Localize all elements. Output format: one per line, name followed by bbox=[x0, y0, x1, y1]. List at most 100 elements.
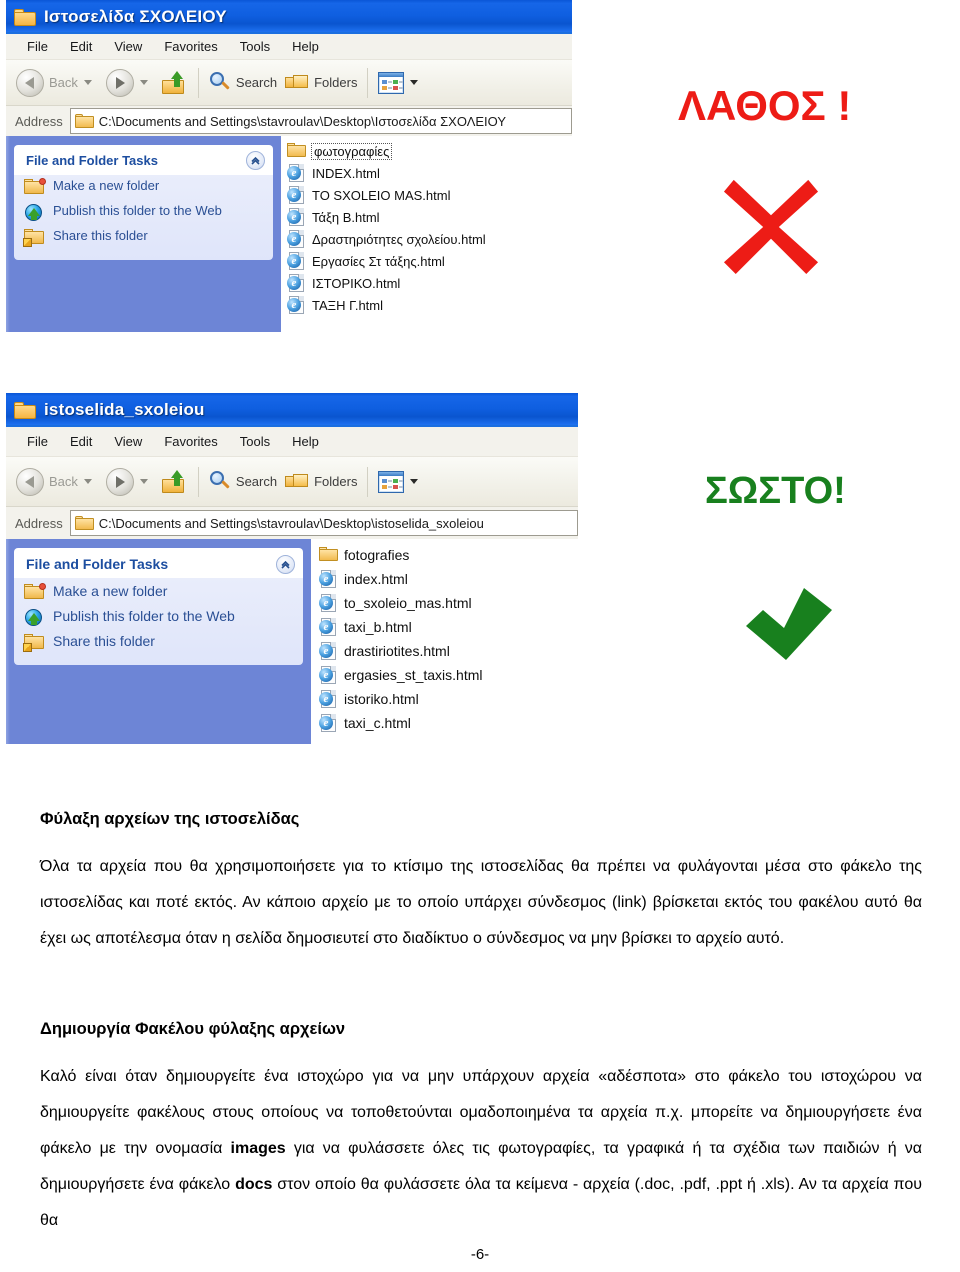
task-make-new-folder[interactable]: Make a new folder bbox=[14, 175, 273, 200]
list-item[interactable]: e Δραστηριότητες σχολείου.html bbox=[287, 228, 572, 250]
search-button[interactable]: Search bbox=[205, 464, 281, 500]
back-button[interactable]: Back bbox=[12, 464, 102, 500]
list-item[interactable]: e taxi_c.html bbox=[319, 711, 578, 735]
forward-arrow-icon bbox=[105, 68, 134, 97]
address-input[interactable]: C:\Documents and Settings\stavroulav\Des… bbox=[69, 108, 572, 134]
toolbar-divider bbox=[197, 466, 199, 497]
address-label: Address bbox=[15, 113, 63, 129]
task-label: Share this folder bbox=[53, 228, 148, 243]
up-button[interactable] bbox=[158, 464, 192, 500]
file-name: index.html bbox=[344, 571, 408, 587]
page-number: -6- bbox=[470, 1246, 490, 1263]
menu-item-edit[interactable]: Edit bbox=[59, 39, 103, 54]
html-file-icon: e bbox=[319, 618, 338, 636]
menu-item-view[interactable]: View bbox=[103, 434, 153, 449]
menu-item-help[interactable]: Help bbox=[281, 39, 330, 54]
menu-item-view[interactable]: View bbox=[103, 39, 153, 54]
menu-item-file[interactable]: File bbox=[16, 39, 59, 54]
file-name: fotografies bbox=[344, 547, 410, 563]
chevron-down-icon[interactable] bbox=[83, 479, 92, 484]
task-publish-to-web[interactable]: Publish this folder to the Web bbox=[14, 200, 273, 225]
forward-arrow-icon bbox=[105, 467, 134, 496]
folders-button[interactable]: Folders bbox=[281, 464, 361, 500]
menu-item-file[interactable]: File bbox=[16, 434, 59, 449]
task-publish-to-web[interactable]: Publish this folder to the Web bbox=[14, 605, 303, 630]
collapse-chevron-up-icon[interactable] bbox=[276, 554, 295, 574]
para2-bold-docs: docs bbox=[235, 1176, 273, 1193]
file-list: fotografies e index.html e to_sxoleio_ma… bbox=[311, 539, 578, 744]
title-bar: istoselida_sxoleiou bbox=[6, 393, 578, 427]
menu-item-tools[interactable]: Tools bbox=[229, 39, 281, 54]
back-arrow-icon bbox=[16, 68, 44, 97]
html-file-icon: e bbox=[287, 274, 306, 292]
list-item[interactable]: e ΤΑΞΗ Γ.html bbox=[287, 294, 572, 316]
folders-button[interactable]: Folders bbox=[281, 65, 361, 101]
up-button[interactable] bbox=[158, 65, 192, 101]
list-item[interactable]: φωτογραφίες bbox=[287, 140, 572, 162]
html-file-icon: e bbox=[319, 714, 338, 732]
menu-item-help[interactable]: Help bbox=[281, 434, 330, 449]
chevron-down-icon[interactable] bbox=[139, 80, 148, 85]
forward-button[interactable] bbox=[102, 464, 158, 500]
list-item[interactable]: fotografies bbox=[319, 543, 578, 567]
list-item[interactable]: e TO SXOLEIO MAS.html bbox=[287, 184, 572, 206]
explorer-window-wrong: Ιστοσελίδα ΣΧΟΛΕΙΟΥ File Edit View Favor… bbox=[6, 0, 572, 344]
address-bar: Address C:\Documents and Settings\stavro… bbox=[6, 106, 572, 136]
views-icon bbox=[378, 470, 405, 493]
file-name: INDEX.html bbox=[312, 165, 380, 181]
menu-item-tools[interactable]: Tools bbox=[229, 434, 281, 449]
chevron-down-icon[interactable] bbox=[410, 80, 419, 85]
list-item[interactable]: e Εργασίες Στ τάξης.html bbox=[287, 250, 572, 272]
views-button[interactable] bbox=[374, 464, 428, 500]
window-body: File and Folder Tasks Make a new folder … bbox=[6, 136, 572, 332]
menu-item-favorites[interactable]: Favorites bbox=[153, 39, 228, 54]
folders-icon bbox=[285, 472, 309, 492]
list-item[interactable]: e taxi_b.html bbox=[319, 615, 578, 639]
folders-label: Folders bbox=[314, 75, 358, 90]
html-file-icon: e bbox=[287, 252, 306, 270]
file-and-folder-tasks-panel: File and Folder Tasks Make a new folder … bbox=[14, 145, 273, 260]
file-name: ΙΣΤΟΡΙΚΟ.html bbox=[312, 275, 401, 291]
task-label: Publish this folder to the Web bbox=[53, 203, 222, 218]
menu-item-edit[interactable]: Edit bbox=[59, 434, 103, 449]
task-panel-header: File and Folder Tasks bbox=[14, 548, 303, 580]
forward-button[interactable] bbox=[102, 65, 158, 101]
chevron-down-icon[interactable] bbox=[83, 80, 92, 85]
file-name: taxi_c.html bbox=[344, 715, 411, 731]
list-item[interactable]: e ergasies_st_taxis.html bbox=[319, 663, 578, 687]
toolbar-divider bbox=[367, 67, 369, 98]
task-label: Make a new folder bbox=[53, 583, 168, 599]
file-name: istoriko.html bbox=[344, 691, 419, 707]
views-button[interactable] bbox=[374, 65, 428, 101]
heading-storage: Φύλαξη αρχείων της ιστοσελίδας bbox=[40, 810, 300, 828]
list-item[interactable]: e ΙΣΤΟΡΙΚΟ.html bbox=[287, 272, 572, 294]
list-item[interactable]: e INDEX.html bbox=[287, 162, 572, 184]
address-label: Address bbox=[15, 515, 63, 531]
address-input[interactable]: C:\Documents and Settings\stavroulav\Des… bbox=[69, 510, 578, 536]
file-name: ergasies_st_taxis.html bbox=[344, 667, 483, 683]
back-button[interactable]: Back bbox=[12, 65, 102, 101]
collapse-chevron-up-icon[interactable] bbox=[246, 150, 265, 170]
task-sidebar: File and Folder Tasks Make a new folder … bbox=[6, 539, 311, 744]
document-section-2: Δημιουργία Φακέλου φύλαξης αρχείων Καλό … bbox=[40, 1020, 922, 1239]
menu-bar: File Edit View Favorites Tools Help bbox=[6, 34, 572, 60]
task-make-new-folder[interactable]: Make a new folder bbox=[14, 580, 303, 605]
list-item[interactable]: e index.html bbox=[319, 567, 578, 591]
task-share-folder[interactable]: Share this folder bbox=[14, 630, 303, 655]
chevron-down-icon[interactable] bbox=[410, 479, 419, 484]
list-item[interactable]: e istoriko.html bbox=[319, 687, 578, 711]
task-share-folder[interactable]: Share this folder bbox=[14, 225, 273, 250]
list-item[interactable]: e to_sxoleio_mas.html bbox=[319, 591, 578, 615]
html-file-icon: e bbox=[287, 164, 306, 182]
html-file-icon: e bbox=[287, 186, 306, 204]
list-item[interactable]: e drastiriotites.html bbox=[319, 639, 578, 663]
search-button[interactable]: Search bbox=[205, 65, 281, 101]
menu-item-favorites[interactable]: Favorites bbox=[153, 434, 228, 449]
html-file-icon: e bbox=[319, 642, 338, 660]
chevron-down-icon[interactable] bbox=[139, 479, 148, 484]
list-item[interactable]: e Τάξη Β.html bbox=[287, 206, 572, 228]
file-name: Εργασίες Στ τάξης.html bbox=[312, 253, 445, 269]
file-name: drastiriotites.html bbox=[344, 643, 450, 659]
search-icon bbox=[209, 470, 231, 493]
para2-bold-images: images bbox=[230, 1140, 286, 1157]
